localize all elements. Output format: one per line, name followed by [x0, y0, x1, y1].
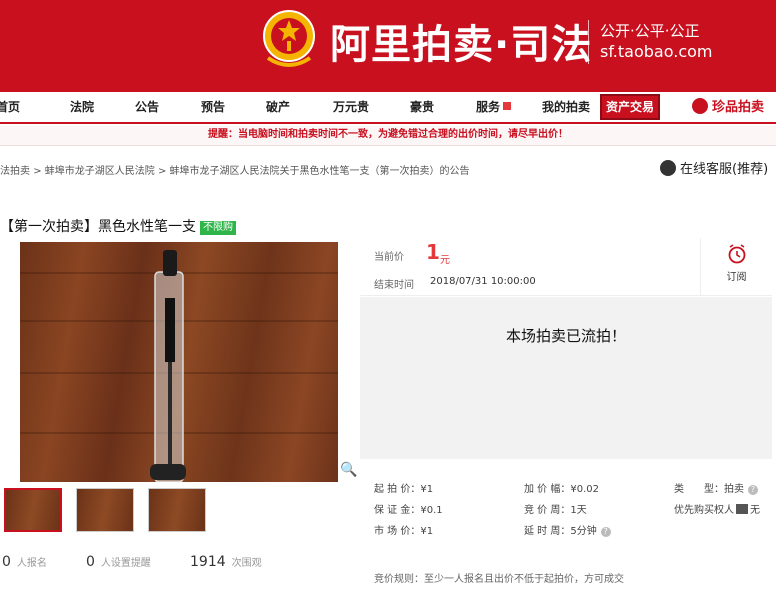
- market-price-term: 市 场 价：¥1: [374, 522, 433, 537]
- start-price-value: ¥1: [420, 484, 434, 495]
- auction-status-box: 本场拍卖已流拍！: [360, 297, 772, 459]
- main-product-photo[interactable]: [20, 242, 338, 482]
- nav-courts[interactable]: 法院: [70, 92, 94, 122]
- type-term: 类 型：拍卖?: [674, 480, 758, 495]
- treasure-label: 珍品拍卖: [712, 100, 765, 115]
- price-panel: 当前价 1 元 结束时间 2018/07/31 10:00:00 订阅: [360, 238, 772, 296]
- brand-domain: sf.taobao.com: [600, 42, 713, 61]
- brand-divider: [588, 20, 589, 64]
- unlimited-badge: 不限购: [200, 221, 236, 235]
- signup-count: 0: [2, 554, 11, 570]
- thumbnail-1[interactable]: [4, 488, 62, 532]
- priority-term: 优先购买权人 无: [674, 501, 760, 516]
- brand-title: 阿里拍卖·司法: [330, 22, 593, 68]
- nav-previews[interactable]: 预告: [201, 92, 225, 122]
- delay-term: 延 时 周：5分钟?: [524, 522, 611, 537]
- thumbnail-2[interactable]: [76, 488, 134, 532]
- breadcrumb-separator: >: [157, 166, 167, 177]
- subscribe-label: 订阅: [726, 272, 747, 283]
- remind-count: 0: [86, 554, 95, 570]
- period-label: 竞 价 周：: [524, 505, 571, 516]
- hot-badge-icon: [503, 102, 512, 110]
- auction-terms: 起 拍 价：¥1 加 价 幅：¥0.02 类 型：拍卖? 保 证 金：¥0.1 …: [360, 470, 772, 550]
- start-price-label: 起 拍 价：: [374, 484, 421, 495]
- market-price-value: ¥1: [420, 526, 434, 537]
- nav-announcements[interactable]: 公告: [135, 92, 159, 122]
- breadcrumb-item[interactable]: 蚌埠市龙子湖区人民法院: [45, 166, 155, 177]
- help-icon[interactable]: ?: [748, 485, 758, 495]
- priority-info-icon: [736, 504, 748, 514]
- headset-icon: [660, 160, 676, 176]
- auction-status-text: 本场拍卖已流拍！: [505, 327, 626, 345]
- thumbnail-3[interactable]: [148, 488, 206, 532]
- item-title-text: 【第一次拍卖】黑色水性笔一支: [0, 219, 196, 235]
- service-label: 在线客服(推荐): [680, 162, 769, 177]
- period-term: 竞 价 周：1天: [524, 501, 587, 516]
- nav-services[interactable]: 服务: [476, 92, 512, 122]
- breadcrumb-separator: >: [33, 166, 42, 177]
- deposit-label: 保 证 金：: [374, 505, 421, 516]
- currency-unit: 元: [440, 255, 450, 266]
- treasure-logo-icon: [692, 98, 708, 114]
- bidding-rule-text: 至少一人报名且出价不低于起拍价，方可成交: [424, 574, 624, 585]
- market-price-label: 市 场 价：: [374, 526, 421, 537]
- type-value: 拍卖: [724, 484, 744, 495]
- nav-my-auctions[interactable]: 我的拍卖: [542, 92, 590, 122]
- breadcrumb-current: 蚌埠市龙子湖区人民法院关于黑色水性笔一支（第一次拍卖）的公告: [169, 166, 470, 177]
- end-time-value: 2018/07/31 10:00:00: [430, 276, 536, 287]
- online-service-link[interactable]: 在线客服(推荐): [660, 158, 768, 177]
- start-price-term: 起 拍 价：¥1: [374, 480, 433, 495]
- increment-value: ¥0.02: [570, 484, 599, 495]
- type-label: 类 型：: [674, 484, 724, 495]
- subscribe-button[interactable]: 订阅: [700, 238, 772, 296]
- bidding-rule-label: 竞价规则：: [374, 574, 424, 585]
- remind-stat: 0 人设置提醒: [86, 554, 151, 570]
- remind-label: 人设置提醒: [100, 558, 151, 569]
- brand-slogan: 公开·公平·公正: [600, 22, 700, 40]
- pen-image: [150, 250, 186, 482]
- delay-label: 延 时 周：: [524, 526, 571, 537]
- header-banner: 阿里拍卖·司法 公开·公平·公正 sf.taobao.com: [0, 0, 776, 92]
- signup-stat: 0 人报名: [2, 554, 47, 570]
- increment-label: 加 价 幅：: [524, 484, 571, 495]
- view-label: 次围观: [231, 558, 262, 569]
- bidding-rule: 竞价规则：至少一人报名且出价不低于起拍价，方可成交: [374, 570, 624, 585]
- nav-bankruptcy[interactable]: 破产: [266, 92, 290, 122]
- view-stat: 1914 次围观: [190, 554, 262, 570]
- priority-value: 无: [750, 505, 760, 516]
- deposit-term: 保 证 金：¥0.1: [374, 501, 443, 516]
- breadcrumb-item[interactable]: 法拍卖: [0, 166, 30, 177]
- item-title: 【第一次拍卖】黑色水性笔一支 不限购: [0, 216, 236, 236]
- breadcrumb: 法拍卖 > 蚌埠市龙子湖区人民法院 > 蚌埠市龙子湖区人民法院关于黑色水性笔一支…: [0, 162, 470, 177]
- current-price-value: 1: [426, 240, 440, 264]
- nav-luxury[interactable]: 豪贵: [410, 92, 434, 122]
- increment-term: 加 价 幅：¥0.02: [524, 480, 599, 495]
- treasure-auction-link[interactable]: 珍品拍卖: [692, 95, 764, 121]
- clock-icon: [728, 244, 745, 264]
- nav-wanyuangui[interactable]: 万元贵: [333, 92, 369, 122]
- nav-home[interactable]: 首页: [0, 92, 20, 122]
- end-time-label: 结束时间: [374, 280, 414, 291]
- court-emblem-icon: [263, 10, 315, 67]
- nav-services-label: 服务: [476, 100, 501, 114]
- period-value: 1天: [570, 505, 587, 516]
- main-nav: 首页 法院 公告 预告 破产 万元贵 豪贵 服务 我的拍卖 资产交易 珍品拍卖: [0, 92, 776, 124]
- help-icon[interactable]: ?: [600, 527, 611, 537]
- signup-label: 人报名: [16, 558, 47, 569]
- priority-label: 优先购买权人: [674, 505, 734, 516]
- magnifier-icon[interactable]: 🔍: [340, 462, 358, 482]
- current-price-label: 当前价: [374, 252, 404, 263]
- view-count: 1914: [190, 554, 226, 570]
- time-notice: 提醒：当电脑时间和拍卖时间不一致，为避免错过合理的出价时间，请尽早出价！: [0, 126, 776, 146]
- delay-value: 5分钟: [570, 526, 597, 537]
- nav-asset-trade[interactable]: 资产交易: [600, 94, 660, 120]
- deposit-value: ¥0.1: [420, 505, 443, 516]
